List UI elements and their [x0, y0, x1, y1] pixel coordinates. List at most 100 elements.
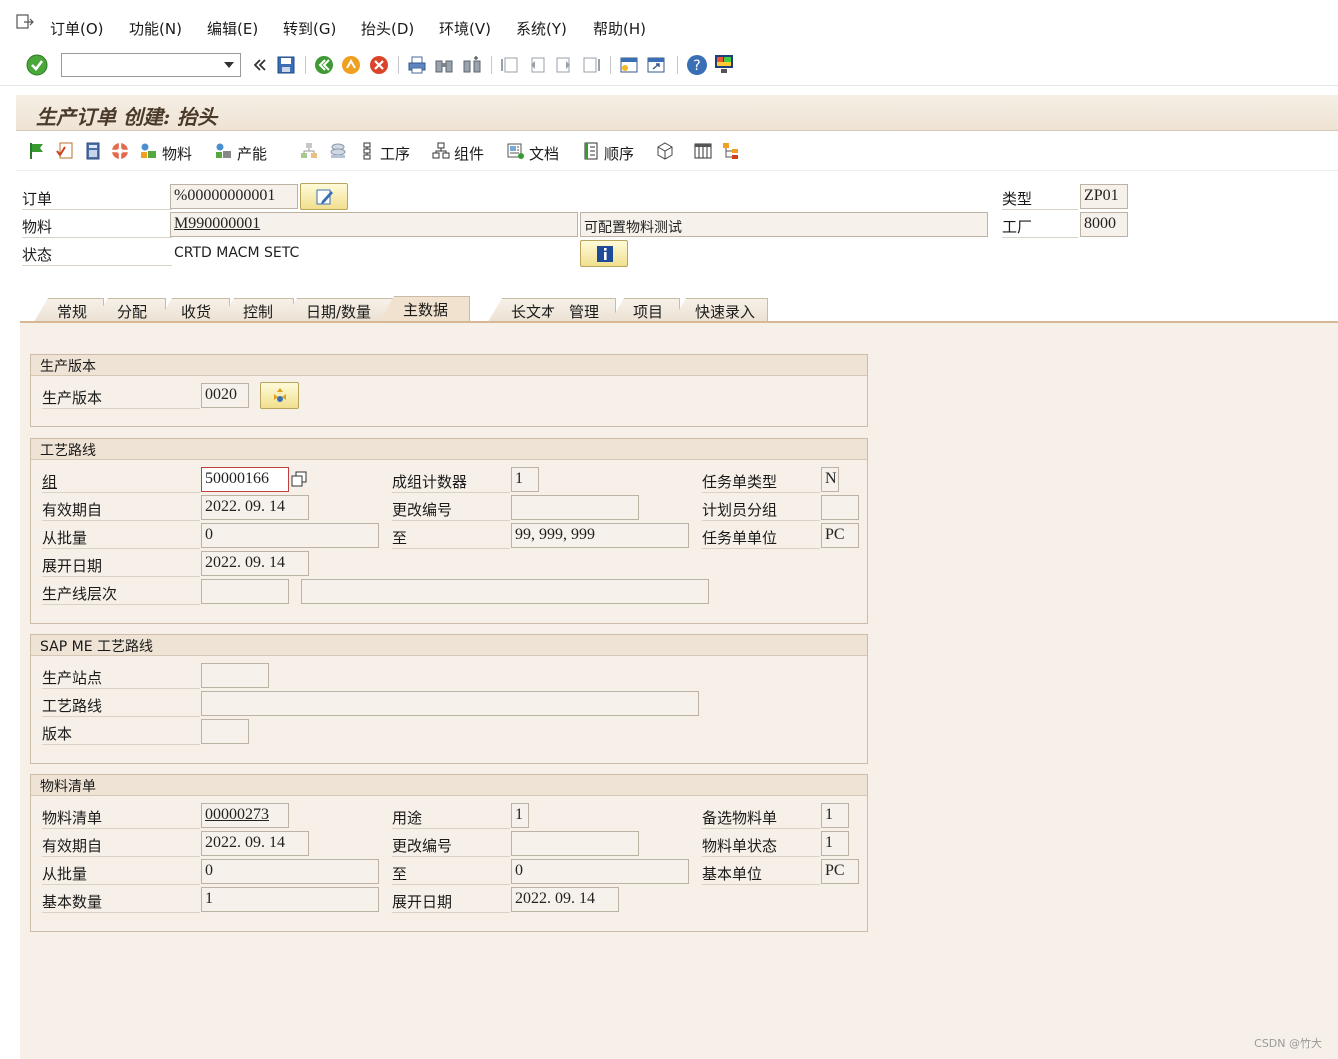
- menu-function[interactable]: 功能(N): [129, 18, 182, 39]
- bom-valid-from-field[interactable]: 2022. 09. 14: [201, 831, 309, 856]
- sequence-button[interactable]: 顺序: [604, 143, 634, 164]
- production-version-label: 生产版本: [42, 387, 200, 409]
- tab-control[interactable]: 控制: [220, 298, 294, 322]
- valid-from-field[interactable]: 2022. 09. 14: [201, 495, 309, 520]
- help-icon[interactable]: ?: [686, 54, 708, 76]
- task-list-type-field[interactable]: N: [821, 467, 839, 492]
- line-hierarchy-field[interactable]: [201, 579, 289, 604]
- status-value: CRTD MACM SETC: [174, 245, 300, 261]
- next-page-icon[interactable]: [554, 55, 574, 75]
- menu-system[interactable]: 系统(Y): [516, 18, 567, 39]
- bom-usage-field[interactable]: 1: [511, 803, 529, 828]
- table-icon[interactable]: [694, 142, 712, 160]
- master-data-panel: 生产版本 生产版本 0020 工艺路线 组 50000166 成组计数器 1 任…: [20, 321, 1338, 1059]
- documents-button[interactable]: 文档: [529, 143, 559, 164]
- tab-dates-quantities[interactable]: 日期/数量: [283, 298, 393, 322]
- command-field[interactable]: [61, 53, 241, 77]
- bom-field[interactable]: 00000273: [201, 803, 289, 828]
- svg-text:?: ?: [693, 58, 700, 74]
- print-icon[interactable]: [407, 55, 427, 75]
- tab-assignment[interactable]: 分配: [94, 298, 166, 322]
- group-counter-field[interactable]: 1: [511, 467, 539, 492]
- menu-help[interactable]: 帮助(H): [593, 18, 646, 39]
- alternative-bom-field[interactable]: 1: [821, 803, 849, 828]
- tab-project[interactable]: 项目: [610, 298, 680, 322]
- order-type-field[interactable]: ZP01: [1080, 184, 1128, 209]
- routing-group-field[interactable]: 50000166: [201, 467, 289, 492]
- copy-icon[interactable]: [291, 471, 307, 487]
- bom-from-lot-field[interactable]: 0: [201, 859, 379, 884]
- previous-page-icon[interactable]: [527, 55, 547, 75]
- find-icon[interactable]: [434, 55, 454, 75]
- new-session-icon[interactable]: [619, 55, 639, 75]
- check-list-icon[interactable]: [56, 142, 74, 160]
- calculator-icon[interactable]: [84, 142, 102, 160]
- capacity-icon[interactable]: [215, 142, 233, 160]
- select-version-button[interactable]: [260, 382, 299, 409]
- tab-strip: 常规 分配 收货 控制 日期/数量 长文本 管理 项目 快速录入 主数据: [20, 296, 1338, 322]
- save-icon[interactable]: [276, 55, 296, 75]
- check-circle-icon[interactable]: [26, 54, 48, 76]
- capacity-button[interactable]: 产能: [237, 143, 267, 164]
- from-lot-size-field[interactable]: 0: [201, 523, 379, 548]
- back-icon[interactable]: [314, 55, 334, 75]
- material-field[interactable]: M990000001: [170, 212, 578, 237]
- explosion-date-field[interactable]: 2022. 09. 14: [201, 551, 309, 576]
- menu-edit[interactable]: 编辑(E): [207, 18, 258, 39]
- first-page-icon[interactable]: [500, 55, 520, 75]
- to-lot-size-field[interactable]: 99, 999, 999: [511, 523, 689, 548]
- planner-group-field[interactable]: [821, 495, 859, 520]
- bom-label: 物料清单: [42, 807, 200, 829]
- bom-to-lot-field[interactable]: 0: [511, 859, 689, 884]
- production-site-field[interactable]: [201, 663, 269, 688]
- change-number-field[interactable]: [511, 495, 639, 520]
- order-number-field[interactable]: %00000000001: [170, 184, 298, 209]
- task-list-unit-field[interactable]: PC: [821, 523, 859, 548]
- find-next-icon[interactable]: [462, 55, 482, 75]
- explosion-date-label: 展开日期: [42, 555, 200, 577]
- base-quantity-field[interactable]: 1: [201, 887, 379, 912]
- last-page-icon[interactable]: [581, 55, 601, 75]
- plant-field[interactable]: 8000: [1080, 212, 1128, 237]
- cancel-icon[interactable]: [369, 55, 389, 75]
- components-icon[interactable]: [432, 142, 450, 160]
- me-version-field[interactable]: [201, 719, 249, 744]
- package-icon[interactable]: [656, 142, 674, 160]
- production-version-field[interactable]: 0020: [201, 383, 249, 408]
- structure-icon[interactable]: [722, 142, 740, 160]
- menu-environment[interactable]: 环境(V): [439, 18, 491, 39]
- base-unit-label: 基本单位: [702, 863, 820, 885]
- components-button[interactable]: 组件: [454, 143, 484, 164]
- exit-icon[interactable]: [341, 55, 361, 75]
- chevron-down-icon[interactable]: [224, 62, 234, 68]
- tab-general[interactable]: 常规: [34, 298, 104, 322]
- me-routing-field[interactable]: [201, 691, 699, 716]
- life-buoy-icon[interactable]: [111, 142, 129, 160]
- tab-goods-receipt[interactable]: 收货: [158, 298, 230, 322]
- bom-to-lot-label: 至: [392, 863, 510, 885]
- menu-order[interactable]: 订单(O): [50, 18, 104, 39]
- status-info-button[interactable]: [580, 240, 628, 267]
- menu-header[interactable]: 抬头(D): [361, 18, 414, 39]
- system-menu-icon[interactable]: [16, 14, 34, 30]
- edit-order-button[interactable]: [300, 183, 348, 210]
- bom-explosion-date-field[interactable]: 2022. 09. 14: [511, 887, 619, 912]
- documents-icon[interactable]: [507, 142, 525, 160]
- double-chevron-left-icon[interactable]: [250, 55, 270, 75]
- operations-button[interactable]: 工序: [380, 143, 410, 164]
- tab-quick-entry[interactable]: 快速录入: [672, 298, 768, 322]
- bom-change-number-field[interactable]: [511, 831, 639, 856]
- tab-master-data[interactable]: 主数据: [380, 296, 470, 322]
- status-label: 状态: [22, 244, 172, 266]
- base-unit-field[interactable]: PC: [821, 859, 859, 884]
- flag-icon[interactable]: [28, 142, 46, 160]
- layout-menu-icon[interactable]: [713, 53, 735, 75]
- material-icon[interactable]: [140, 142, 158, 160]
- bom-status-field[interactable]: 1: [821, 831, 849, 856]
- operations-icon[interactable]: [358, 142, 376, 160]
- shortcut-icon[interactable]: [646, 55, 666, 75]
- menu-goto[interactable]: 转到(G): [283, 18, 336, 39]
- material-button[interactable]: 物料: [162, 143, 192, 164]
- plant-label: 工厂: [1002, 216, 1078, 238]
- sequence-icon[interactable]: [582, 142, 600, 160]
